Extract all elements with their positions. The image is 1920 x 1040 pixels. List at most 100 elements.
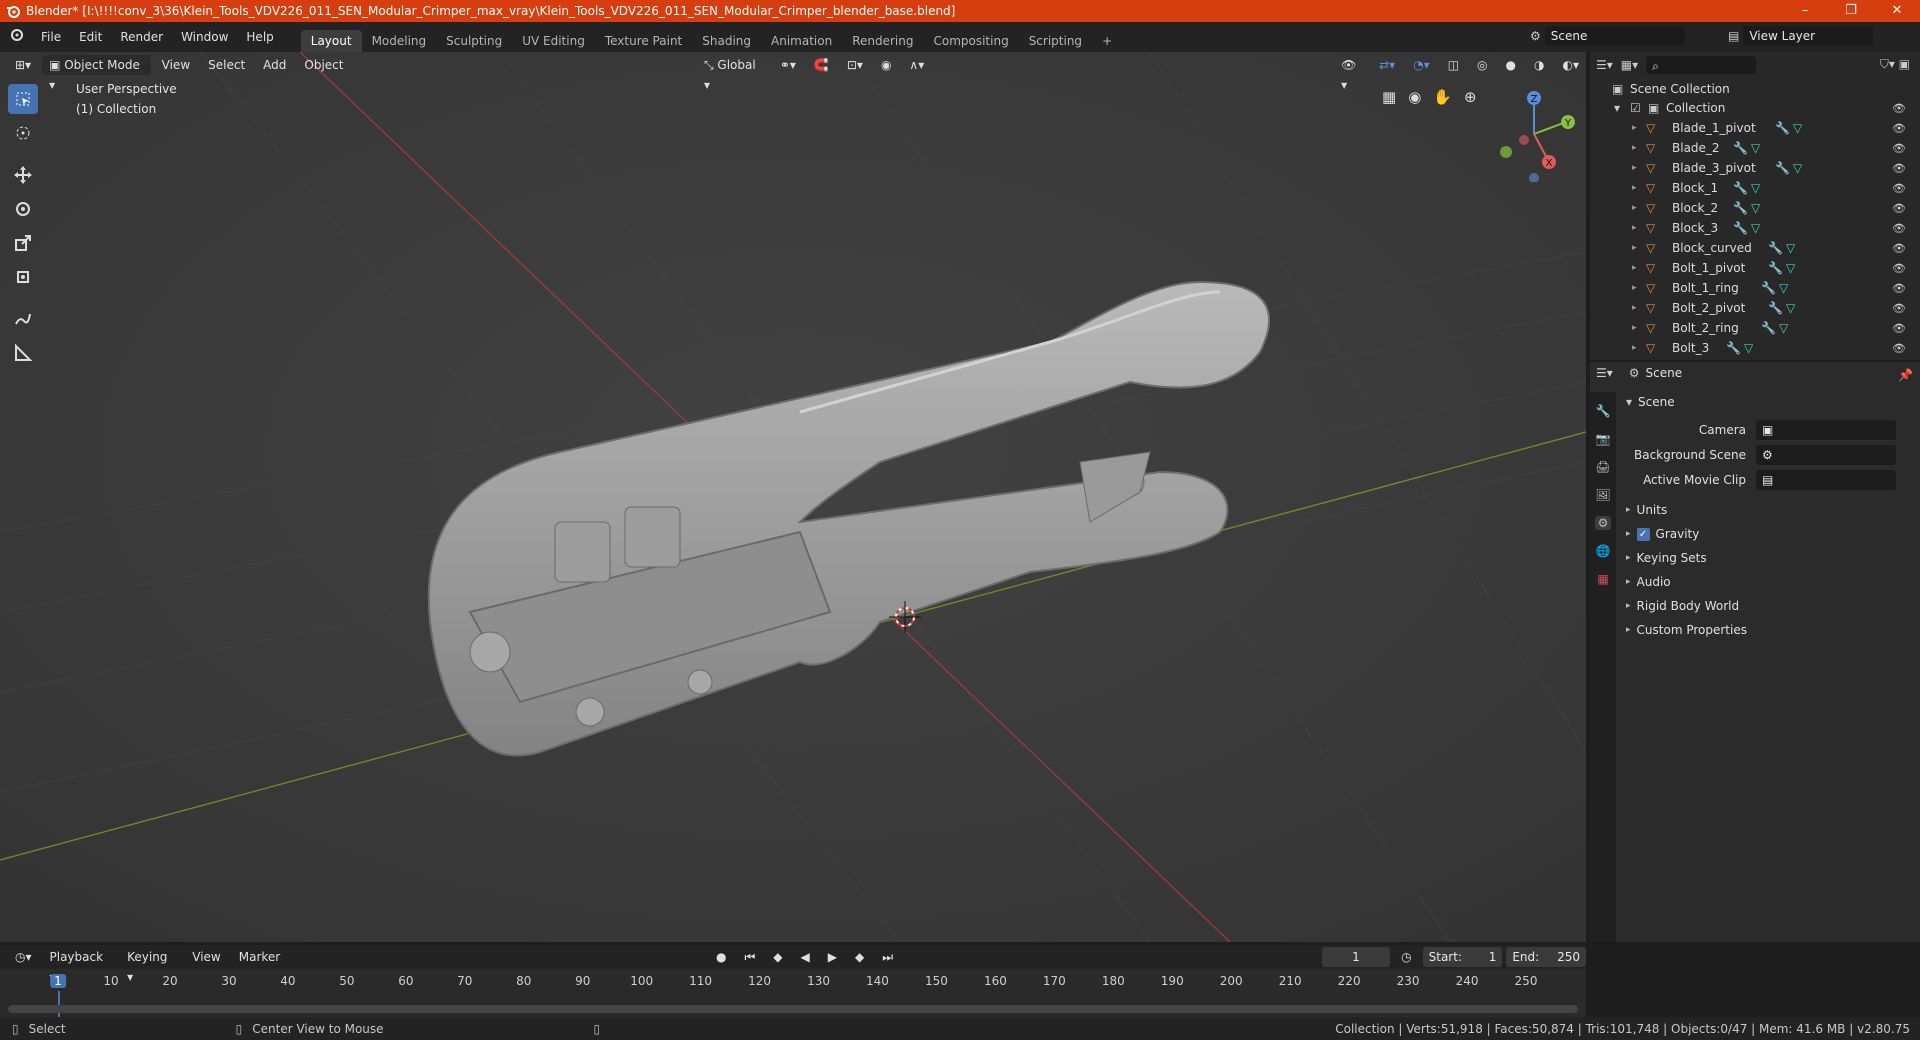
frame-tick[interactable]: 160	[984, 974, 1007, 988]
active-movie-clip-field[interactable]: ▤	[1756, 470, 1896, 490]
camera-field[interactable]: ▣	[1756, 420, 1896, 440]
visibility-icon[interactable]: 👁▾	[1334, 55, 1368, 92]
expand-arrow-icon[interactable]: ▸	[1632, 303, 1637, 313]
proportional-edit-icon[interactable]: ◉	[874, 55, 898, 75]
scene-panel-header[interactable]: ▾ Scene	[1626, 390, 1916, 414]
menu-select[interactable]: Select	[201, 55, 252, 75]
frame-tick[interactable]: 130	[807, 974, 830, 988]
menu-help[interactable]: Help	[237, 22, 282, 52]
frame-tick[interactable]: 30	[221, 974, 236, 988]
menu-object[interactable]: Object	[297, 55, 350, 75]
navigation-gizmo[interactable]: Z Y X	[1488, 82, 1576, 182]
expand-arrow-icon[interactable]: ▸	[1632, 323, 1637, 333]
shading-rendered-icon[interactable]: ◐▾	[1556, 55, 1587, 75]
gizmo-toggle-icon[interactable]: ⇄▾	[1372, 55, 1402, 75]
outliner-item[interactable]: ▸ ▽ Block_3 🔧 ▽ 👁	[1590, 218, 1920, 238]
expand-arrow-icon[interactable]: ▾	[1614, 101, 1620, 115]
next-keyframe-icon[interactable]: ◆	[848, 947, 871, 967]
frame-tick[interactable]: 250	[1515, 974, 1538, 988]
mesh-data-icon[interactable]: ▽	[1751, 221, 1760, 235]
modifier-icon[interactable]: 🔧	[1768, 301, 1783, 315]
jump-start-icon[interactable]: ⏮	[737, 947, 762, 967]
section-custom-properties[interactable]: ▸ Custom Properties	[1626, 618, 1916, 642]
current-frame-field[interactable]: 1	[1321, 947, 1391, 967]
frame-tick[interactable]: 190	[1161, 974, 1184, 988]
expand-arrow-icon[interactable]: ▸	[1632, 163, 1637, 173]
expand-arrow-icon[interactable]: ▸	[1632, 263, 1637, 273]
eye-icon[interactable]: 👁	[1892, 222, 1906, 235]
playhead[interactable]	[58, 991, 60, 1017]
frame-tick[interactable]: 20	[162, 974, 177, 988]
shading-wireframe-icon[interactable]: ◎	[1470, 55, 1494, 75]
tab-texture-paint[interactable]: Texture Paint	[595, 30, 692, 52]
mode-selector[interactable]: ▣ Object Mode ▾	[42, 55, 151, 92]
eye-icon[interactable]: 👁	[1892, 322, 1906, 335]
record-icon[interactable]: ●	[709, 947, 733, 967]
menu-file[interactable]: File	[32, 22, 70, 52]
maximize-button[interactable]: ❐	[1828, 0, 1874, 22]
frame-tick[interactable]: 240	[1456, 974, 1479, 988]
current-frame-tick[interactable]: 1	[50, 974, 66, 988]
tab-shading[interactable]: Shading	[692, 30, 761, 52]
gravity-checkbox[interactable]: ✓	[1636, 527, 1650, 541]
modifier-icon[interactable]: 🔧	[1775, 121, 1790, 135]
minimize-button[interactable]: –	[1782, 0, 1828, 22]
eye-icon[interactable]: 👁	[1892, 202, 1906, 215]
select-box-icon[interactable]	[8, 84, 38, 114]
world-tab-icon[interactable]: 🌐	[1596, 544, 1611, 558]
frame-tick[interactable]: 120	[748, 974, 771, 988]
outliner-item[interactable]: ▸ ▽ Bolt_3 🔧 ▽ 👁	[1590, 338, 1920, 358]
xray-icon[interactable]: ◫	[1441, 55, 1466, 75]
outliner-item[interactable]: ▸ ▽ Bolt_2_pivot 🔧 ▽ 👁	[1590, 298, 1920, 318]
filter-icon[interactable]: ⛉▾ ▣	[1880, 57, 1910, 72]
modifier-icon[interactable]: 🔧	[1768, 241, 1783, 255]
scene-selector[interactable]: Scene	[1544, 26, 1685, 46]
eye-icon[interactable]: 👁	[1892, 302, 1906, 315]
modifier-icon[interactable]: 🔧	[1761, 281, 1776, 295]
mesh-data-icon[interactable]: ▽	[1786, 241, 1795, 255]
prev-keyframe-icon[interactable]: ◆	[766, 947, 789, 967]
frame-tick[interactable]: 70	[457, 974, 472, 988]
expand-arrow-icon[interactable]: ▸	[1632, 203, 1637, 213]
modifier-icon[interactable]: 🔧	[1761, 321, 1776, 335]
frame-tick[interactable]: 230	[1397, 974, 1420, 988]
mesh-data-icon[interactable]: ▽	[1751, 201, 1760, 215]
section-units[interactable]: ▸ Units	[1626, 498, 1916, 522]
frame-tick[interactable]: 180	[1102, 974, 1125, 988]
display-mode-icon[interactable]: ▦▾	[1621, 58, 1638, 72]
frame-tick[interactable]: 170	[1043, 974, 1066, 988]
timeline-scrollbar[interactable]	[8, 1005, 1578, 1013]
frame-tick[interactable]: 50	[339, 974, 354, 988]
mesh-data-icon[interactable]: ▽	[1779, 281, 1788, 295]
move-tool-icon[interactable]	[8, 160, 38, 190]
snap-target-icon[interactable]: ⊡▾	[840, 55, 870, 75]
tab-rendering[interactable]: Rendering	[842, 30, 923, 52]
frame-tick[interactable]: 100	[630, 974, 653, 988]
section-rigid-body-world[interactable]: ▸ Rigid Body World	[1626, 594, 1916, 618]
3d-viewport[interactable]: User Perspective (1) Collection Z Y X ▦ …	[0, 52, 1586, 942]
expand-arrow-icon[interactable]: ▸	[1632, 183, 1637, 193]
frame-tick[interactable]: 210	[1279, 974, 1302, 988]
frame-tick[interactable]: 90	[575, 974, 590, 988]
mesh-data-icon[interactable]: ▽	[1751, 141, 1760, 155]
render-tab-icon[interactable]: 📷	[1596, 432, 1611, 446]
timeline-editor-icon[interactable]: ◷▾	[8, 947, 39, 967]
menu-timeline-view[interactable]: View	[185, 947, 227, 967]
menu-keying[interactable]: Keying ▾	[120, 947, 181, 984]
view-layer-selector[interactable]: View Layer	[1743, 26, 1874, 46]
scene-collection-row[interactable]: ▣ Scene Collection	[1590, 79, 1920, 99]
texture-tab-icon[interactable]: ▦	[1597, 572, 1608, 586]
modifier-icon[interactable]: 🔧	[1726, 341, 1741, 355]
tool-tab-icon[interactable]: 🔧	[1596, 404, 1611, 418]
cursor-tool-icon[interactable]	[8, 118, 38, 148]
section-gravity[interactable]: ▸ ✓ Gravity	[1626, 522, 1916, 546]
menu-playback[interactable]: Playback ▾	[43, 947, 117, 984]
frame-tick[interactable]: 200	[1220, 974, 1243, 988]
frame-tick[interactable]: 150	[925, 974, 948, 988]
outliner-item[interactable]: ▸ ▽ Block_curved 🔧 ▽ 👁	[1590, 238, 1920, 258]
frame-tick[interactable]: 60	[398, 974, 413, 988]
tab-scripting[interactable]: Scripting	[1019, 30, 1092, 52]
outliner-editor-icon[interactable]: ☰▾	[1596, 58, 1613, 72]
jump-end-icon[interactable]: ⏭	[875, 947, 900, 967]
outliner-item[interactable]: ▸ ▽ Bolt_1_pivot 🔧 ▽ 👁	[1590, 258, 1920, 278]
